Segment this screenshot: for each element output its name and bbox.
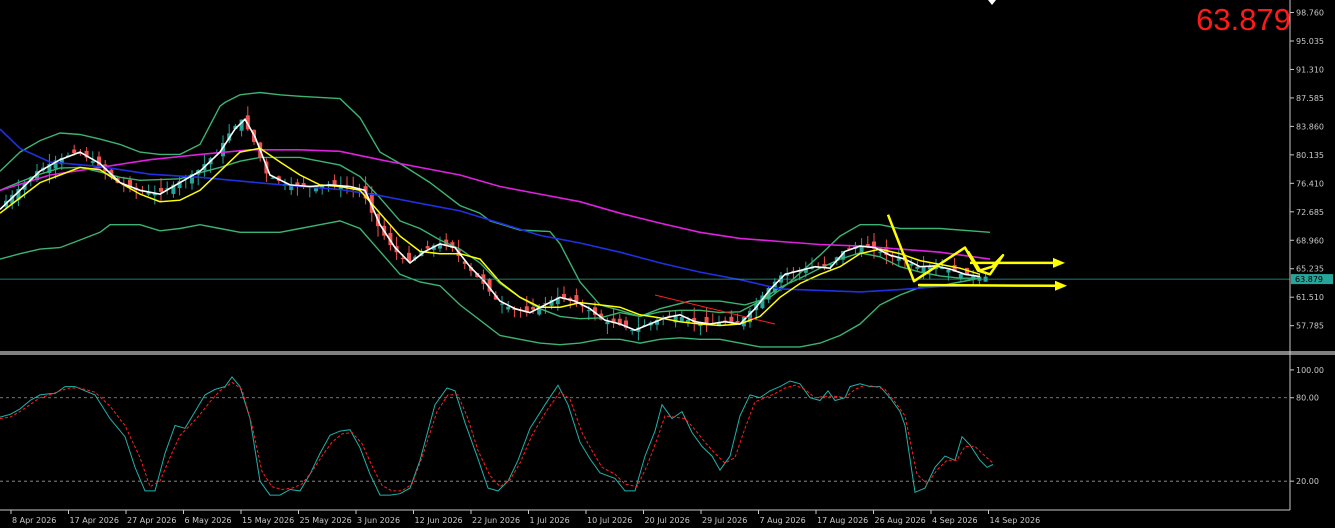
- time-tick-label: 6 May 2026: [185, 516, 232, 525]
- chart-area: 98.760 95.035 91.310 87.585 83.860 80.135 76.4…: [0, 0, 1335, 528]
- price-tick-label: 91.310: [1296, 65, 1324, 74]
- time-tick-label: 22 Jun 2026: [472, 516, 520, 525]
- time-tick-label: 17 Aug 2026: [817, 516, 868, 525]
- candle-body: [531, 307, 535, 310]
- candle-body: [586, 310, 591, 312]
- candle-body: [270, 177, 275, 179]
- ma-yellow-line: [0, 147, 981, 327]
- ma-white-line: [0, 117, 981, 331]
- price-tick-label: 57.785: [1296, 322, 1324, 331]
- price-tick-label: 65.235: [1296, 265, 1324, 274]
- bollinger-upper-line: [0, 91, 991, 318]
- stochastic-signal-line: [0, 381, 994, 492]
- time-tick-label: 4 Sep 2026: [932, 516, 978, 525]
- current-price-display: 63.879: [1196, 2, 1291, 37]
- candle-body: [159, 187, 163, 192]
- time-tick-label: 27 Apr 2026: [127, 516, 176, 525]
- period-marker-icon: [988, 0, 996, 5]
- chart-svg: 98.760 95.035 91.310 87.585 83.860 80.135 76.4…: [0, 0, 1335, 525]
- candle-body: [679, 317, 684, 322]
- candle-body: [859, 246, 864, 253]
- price-panel: [0, 0, 1290, 348]
- price-tick-label: 61.510: [1296, 293, 1324, 302]
- arrow-head: [1053, 257, 1065, 268]
- candles: [4, 106, 988, 341]
- panel-separator: [0, 351, 1335, 355]
- time-tick-label: 25 May 2026: [300, 516, 352, 525]
- stochastic-tick-label: 80.00: [1296, 394, 1319, 403]
- candle-body: [506, 306, 511, 310]
- price-tick-label: 87.585: [1296, 94, 1324, 103]
- candle-body: [500, 303, 504, 305]
- price-tick-label: 98.760: [1296, 9, 1324, 18]
- candle-body: [958, 273, 963, 278]
- stochastic-main-line: [0, 376, 994, 496]
- time-tick-label: 1 Jul 2026: [530, 516, 570, 525]
- candle-body: [915, 266, 920, 269]
- price-tick-label: 72.685: [1296, 208, 1324, 217]
- candle-body: [909, 263, 914, 266]
- ma-magenta-line: [0, 149, 991, 260]
- time-tick-label: 26 Aug 2026: [875, 516, 926, 525]
- current-price-tag-label: 63.879: [1295, 275, 1323, 284]
- time-tick-label: 8 Apr 2026: [12, 516, 56, 525]
- time-tick-label: 3 Jun 2026: [357, 516, 400, 525]
- candle-body: [90, 161, 95, 163]
- time-tick-label: 20 Jul 2026: [645, 516, 690, 525]
- time-tick-label: 12 Jun 2026: [415, 516, 463, 525]
- candle-body: [425, 246, 430, 249]
- stochastic-panel: [0, 376, 1290, 496]
- arrow-shaft: [917, 283, 1060, 288]
- candle-body: [878, 251, 883, 253]
- stochastic-tick-label: 100.00: [1296, 366, 1324, 375]
- candle-body: [946, 269, 951, 273]
- price-tick-label: 68.960: [1296, 236, 1324, 245]
- axes-layer: 98.760 95.035 91.310 87.585 83.860 80.135 76.4…: [0, 0, 1335, 525]
- time-tick-label: 29 Jul 2026: [702, 516, 747, 525]
- time-tick-label: 14 Sep 2026: [990, 516, 1041, 525]
- arrow-head: [1055, 280, 1067, 291]
- price-tick-label: 76.410: [1296, 179, 1324, 188]
- time-tick-label: 15 May 2026: [242, 516, 294, 525]
- time-tick-label: 10 Jul 2026: [587, 516, 632, 525]
- price-tick-label: 80.135: [1296, 151, 1324, 160]
- candle-body: [72, 149, 77, 154]
- time-tick-label: 7 Aug 2026: [760, 516, 806, 525]
- pattern-zigzag: [886, 214, 1005, 283]
- price-tick-label: 95.035: [1296, 37, 1324, 46]
- time-tick-label: 17 Apr 2026: [70, 516, 119, 525]
- price-tick-label: 83.860: [1296, 122, 1324, 131]
- stochastic-tick-label: 20.00: [1296, 477, 1319, 486]
